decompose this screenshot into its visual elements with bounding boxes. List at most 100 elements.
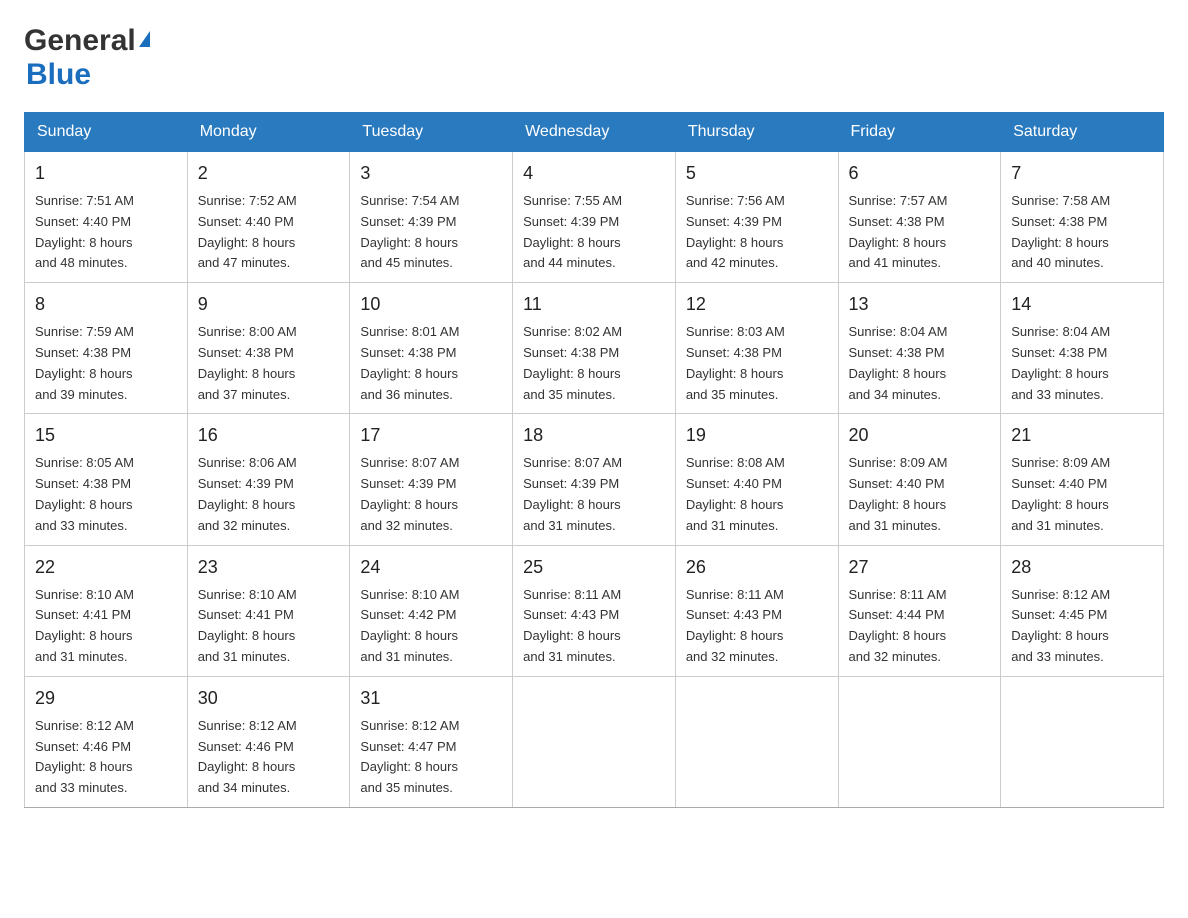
day-header-monday: Monday [187,113,350,152]
calendar-cell [838,676,1001,807]
day-info: Sunrise: 8:12 AMSunset: 4:46 PMDaylight:… [198,716,340,799]
day-number: 1 [35,160,177,187]
day-number: 30 [198,685,340,712]
calendar-cell: 20 Sunrise: 8:09 AMSunset: 4:40 PMDaylig… [838,414,1001,545]
day-info: Sunrise: 8:10 AMSunset: 4:41 PMDaylight:… [35,585,177,668]
day-number: 29 [35,685,177,712]
calendar-cell: 24 Sunrise: 8:10 AMSunset: 4:42 PMDaylig… [350,545,513,676]
day-info: Sunrise: 8:02 AMSunset: 4:38 PMDaylight:… [523,322,665,405]
day-number: 5 [686,160,828,187]
calendar-week-row: 22 Sunrise: 8:10 AMSunset: 4:41 PMDaylig… [25,545,1164,676]
day-number: 27 [849,554,991,581]
calendar-cell: 23 Sunrise: 8:10 AMSunset: 4:41 PMDaylig… [187,545,350,676]
calendar-cell [1001,676,1164,807]
logo-general-text: General [24,24,136,58]
day-number: 3 [360,160,502,187]
day-info: Sunrise: 8:01 AMSunset: 4:38 PMDaylight:… [360,322,502,405]
day-info: Sunrise: 7:51 AMSunset: 4:40 PMDaylight:… [35,191,177,274]
day-info: Sunrise: 7:54 AMSunset: 4:39 PMDaylight:… [360,191,502,274]
day-header-saturday: Saturday [1001,113,1164,152]
day-info: Sunrise: 8:12 AMSunset: 4:45 PMDaylight:… [1011,585,1153,668]
calendar-cell: 26 Sunrise: 8:11 AMSunset: 4:43 PMDaylig… [675,545,838,676]
day-header-sunday: Sunday [25,113,188,152]
day-number: 15 [35,422,177,449]
day-info: Sunrise: 7:55 AMSunset: 4:39 PMDaylight:… [523,191,665,274]
calendar-cell: 5 Sunrise: 7:56 AMSunset: 4:39 PMDayligh… [675,152,838,283]
calendar-cell: 1 Sunrise: 7:51 AMSunset: 4:40 PMDayligh… [25,152,188,283]
day-info: Sunrise: 8:07 AMSunset: 4:39 PMDaylight:… [360,453,502,536]
calendar-cell: 16 Sunrise: 8:06 AMSunset: 4:39 PMDaylig… [187,414,350,545]
calendar-cell: 14 Sunrise: 8:04 AMSunset: 4:38 PMDaylig… [1001,283,1164,414]
calendar-cell: 2 Sunrise: 7:52 AMSunset: 4:40 PMDayligh… [187,152,350,283]
calendar-cell: 9 Sunrise: 8:00 AMSunset: 4:38 PMDayligh… [187,283,350,414]
calendar-week-row: 15 Sunrise: 8:05 AMSunset: 4:38 PMDaylig… [25,414,1164,545]
logo: General Blue [24,24,150,92]
day-number: 24 [360,554,502,581]
calendar-cell [675,676,838,807]
day-number: 6 [849,160,991,187]
day-number: 10 [360,291,502,318]
calendar-cell: 12 Sunrise: 8:03 AMSunset: 4:38 PMDaylig… [675,283,838,414]
day-info: Sunrise: 8:09 AMSunset: 4:40 PMDaylight:… [1011,453,1153,536]
day-number: 12 [686,291,828,318]
day-number: 23 [198,554,340,581]
day-number: 14 [1011,291,1153,318]
day-info: Sunrise: 8:12 AMSunset: 4:47 PMDaylight:… [360,716,502,799]
calendar-cell: 6 Sunrise: 7:57 AMSunset: 4:38 PMDayligh… [838,152,1001,283]
calendar-cell: 29 Sunrise: 8:12 AMSunset: 4:46 PMDaylig… [25,676,188,807]
day-number: 31 [360,685,502,712]
day-header-thursday: Thursday [675,113,838,152]
day-number: 2 [198,160,340,187]
day-info: Sunrise: 8:06 AMSunset: 4:39 PMDaylight:… [198,453,340,536]
day-info: Sunrise: 8:12 AMSunset: 4:46 PMDaylight:… [35,716,177,799]
day-info: Sunrise: 8:10 AMSunset: 4:41 PMDaylight:… [198,585,340,668]
day-header-tuesday: Tuesday [350,113,513,152]
day-number: 20 [849,422,991,449]
day-info: Sunrise: 8:11 AMSunset: 4:43 PMDaylight:… [686,585,828,668]
calendar-cell: 17 Sunrise: 8:07 AMSunset: 4:39 PMDaylig… [350,414,513,545]
calendar-cell: 8 Sunrise: 7:59 AMSunset: 4:38 PMDayligh… [25,283,188,414]
calendar-week-row: 29 Sunrise: 8:12 AMSunset: 4:46 PMDaylig… [25,676,1164,807]
calendar-cell [513,676,676,807]
day-info: Sunrise: 7:59 AMSunset: 4:38 PMDaylight:… [35,322,177,405]
calendar-cell: 27 Sunrise: 8:11 AMSunset: 4:44 PMDaylig… [838,545,1001,676]
day-number: 18 [523,422,665,449]
logo-triangle-icon [139,31,150,47]
day-number: 25 [523,554,665,581]
calendar-header-row: SundayMondayTuesdayWednesdayThursdayFrid… [25,113,1164,152]
day-number: 21 [1011,422,1153,449]
day-number: 17 [360,422,502,449]
day-info: Sunrise: 8:00 AMSunset: 4:38 PMDaylight:… [198,322,340,405]
day-number: 4 [523,160,665,187]
calendar-cell: 21 Sunrise: 8:09 AMSunset: 4:40 PMDaylig… [1001,414,1164,545]
day-info: Sunrise: 8:11 AMSunset: 4:43 PMDaylight:… [523,585,665,668]
day-info: Sunrise: 7:52 AMSunset: 4:40 PMDaylight:… [198,191,340,274]
calendar-cell: 15 Sunrise: 8:05 AMSunset: 4:38 PMDaylig… [25,414,188,545]
day-number: 28 [1011,554,1153,581]
calendar-week-row: 1 Sunrise: 7:51 AMSunset: 4:40 PMDayligh… [25,152,1164,283]
page-header: General Blue [24,24,1164,92]
day-number: 7 [1011,160,1153,187]
calendar-cell: 10 Sunrise: 8:01 AMSunset: 4:38 PMDaylig… [350,283,513,414]
day-header-wednesday: Wednesday [513,113,676,152]
calendar-cell: 28 Sunrise: 8:12 AMSunset: 4:45 PMDaylig… [1001,545,1164,676]
day-info: Sunrise: 8:04 AMSunset: 4:38 PMDaylight:… [1011,322,1153,405]
day-number: 22 [35,554,177,581]
day-header-friday: Friday [838,113,1001,152]
day-number: 11 [523,291,665,318]
day-info: Sunrise: 8:07 AMSunset: 4:39 PMDaylight:… [523,453,665,536]
day-info: Sunrise: 8:09 AMSunset: 4:40 PMDaylight:… [849,453,991,536]
calendar-cell: 19 Sunrise: 8:08 AMSunset: 4:40 PMDaylig… [675,414,838,545]
day-number: 26 [686,554,828,581]
calendar-cell: 31 Sunrise: 8:12 AMSunset: 4:47 PMDaylig… [350,676,513,807]
calendar-cell: 30 Sunrise: 8:12 AMSunset: 4:46 PMDaylig… [187,676,350,807]
day-info: Sunrise: 8:08 AMSunset: 4:40 PMDaylight:… [686,453,828,536]
logo-blue-text: Blue [26,58,91,92]
calendar-cell: 25 Sunrise: 8:11 AMSunset: 4:43 PMDaylig… [513,545,676,676]
calendar-cell: 3 Sunrise: 7:54 AMSunset: 4:39 PMDayligh… [350,152,513,283]
day-info: Sunrise: 7:57 AMSunset: 4:38 PMDaylight:… [849,191,991,274]
calendar-table: SundayMondayTuesdayWednesdayThursdayFrid… [24,112,1164,808]
day-number: 13 [849,291,991,318]
calendar-cell: 22 Sunrise: 8:10 AMSunset: 4:41 PMDaylig… [25,545,188,676]
day-number: 9 [198,291,340,318]
